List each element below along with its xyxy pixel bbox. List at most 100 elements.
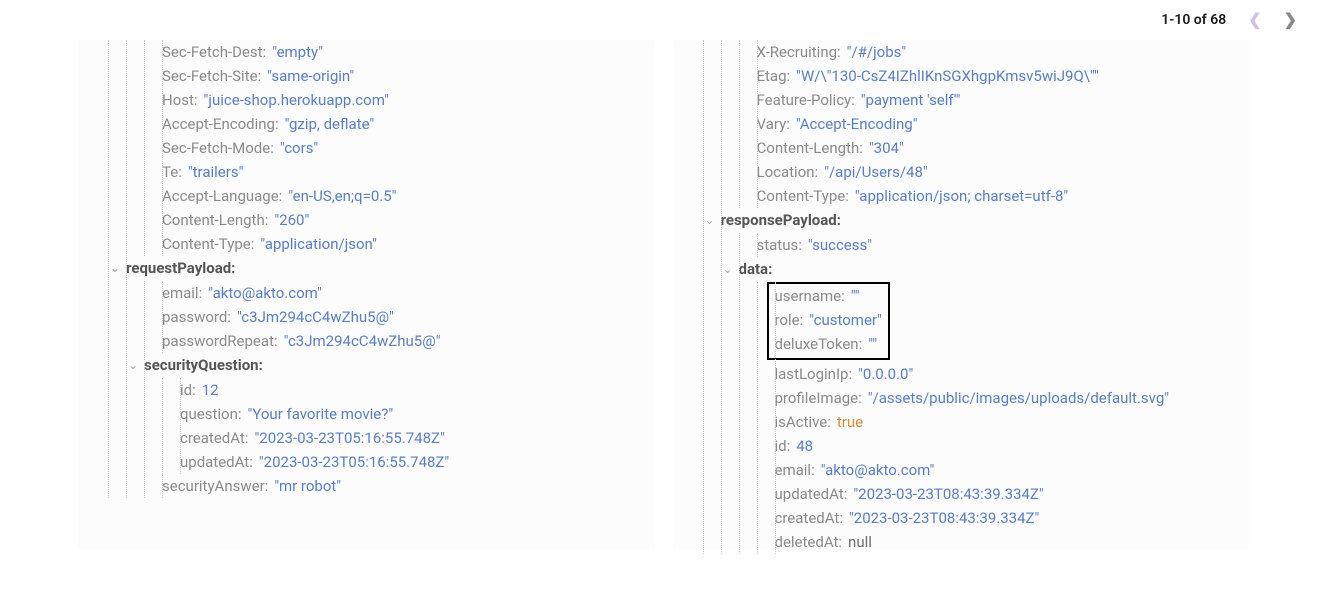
section-label: securityQuestion: — [144, 353, 263, 377]
kv-row: securityAnswer"mr robot" — [162, 474, 647, 498]
kv-row: question"Your favorite movie?" — [180, 402, 647, 426]
value: "en-US,en;q=0.5" — [288, 184, 396, 208]
key-label: createdAt — [775, 506, 843, 530]
value: "application/json; charset=utf-8" — [855, 184, 1068, 208]
kv-row: id48 — [775, 434, 1242, 458]
kv-row: Content-Length"260" — [162, 208, 647, 232]
value: "c3Jm294cC4wZhu5@" — [284, 329, 441, 353]
kv-row: Sec-Fetch-Dest"empty" — [162, 40, 647, 64]
kv-row: passwordRepeat"c3Jm294cC4wZhu5@" — [162, 329, 647, 353]
kv-row: Te"trailers" — [162, 160, 647, 184]
key-label: Sec-Fetch-Site — [162, 64, 261, 88]
collapse-toggle-icon[interactable]: ⌄ — [126, 353, 140, 377]
key-label: question — [180, 402, 242, 426]
key-label: Content-Type — [162, 232, 254, 256]
key-label: Host — [162, 88, 198, 112]
value: "akto@akto.com" — [208, 281, 322, 305]
key-label: Feature-Policy — [757, 88, 855, 112]
value: "2023-03-23T05:16:55.748Z" — [259, 450, 449, 474]
value: "c3Jm294cC4wZhu5@" — [237, 305, 394, 329]
key-label: X-Recruiting — [757, 40, 841, 64]
value: "/#/jobs" — [847, 40, 907, 64]
value: null — [848, 530, 872, 554]
section-label: responsePayload: — [721, 208, 841, 232]
kv-row: username"" — [775, 284, 882, 308]
collapse-toggle-icon[interactable]: ⌄ — [108, 256, 122, 280]
kv-row: Vary"Accept-Encoding" — [757, 112, 1242, 136]
key-label: profileImage — [775, 386, 862, 410]
kv-row: Feature-Policy"payment 'self'" — [757, 88, 1242, 112]
section-head-row: ⌄ securityQuestion: — [126, 353, 647, 378]
kv-row: Etag"W/\"130-CsZ4IZhlIKnSGXhgpKmsv5wiJ9Q… — [757, 64, 1242, 88]
key-label: passwordRepeat — [162, 329, 278, 353]
kv-row: Location"/api/Users/48" — [757, 160, 1242, 184]
kv-row: updatedAt"2023-03-23T08:43:39.334Z" — [775, 482, 1242, 506]
response-column: X-Recruiting"/#/jobs" Etag"W/\"130-CsZ4I… — [673, 40, 1250, 550]
key-label: deletedAt — [775, 530, 843, 554]
value: "cors" — [280, 136, 318, 160]
section-label: data: — [739, 257, 773, 281]
value: "304" — [869, 136, 904, 160]
value: "mr robot" — [274, 474, 341, 498]
key-label: status — [757, 233, 802, 257]
kv-row: role"customer" — [775, 308, 882, 332]
kv-row: Content-Type"application/json" — [162, 232, 647, 256]
pagination-next-icon[interactable]: ❯ — [1284, 10, 1297, 29]
section-head-row: ⌄ responsePayload: — [703, 208, 1242, 233]
value: "W/\"130-CsZ4IZhlIKnSGXhgpKmsv5wiJ9Q\"" — [796, 64, 1099, 88]
section-head-row: ⌄ requestPayload: — [108, 256, 647, 281]
key-label: Te — [162, 160, 182, 184]
kv-row: Accept-Language"en-US,en;q=0.5" — [162, 184, 647, 208]
value: "success" — [808, 233, 872, 257]
payload-columns: Sec-Fetch-Dest"empty" Sec-Fetch-Site"sam… — [0, 0, 1327, 570]
kv-row: Host"juice-shop.herokuapp.com" — [162, 88, 647, 112]
kv-row: password"c3Jm294cC4wZhu5@" — [162, 305, 647, 329]
kv-row: email"akto@akto.com" — [775, 458, 1242, 482]
kv-row: Sec-Fetch-Mode"cors" — [162, 136, 647, 160]
kv-row: isActivetrue — [775, 410, 1242, 434]
value: "same-origin" — [267, 64, 354, 88]
value: "0.0.0.0" — [858, 362, 913, 386]
value: "" — [851, 284, 860, 308]
key-label: Etag — [757, 64, 791, 88]
key-label: Sec-Fetch-Mode — [162, 136, 274, 160]
key-label: updatedAt — [180, 450, 253, 474]
value: "payment 'self'" — [861, 88, 961, 112]
key-label: securityAnswer — [162, 474, 268, 498]
value: "empty" — [272, 40, 323, 64]
key-label: Location — [757, 160, 819, 184]
value: "260" — [274, 208, 309, 232]
value: "2023-03-23T08:43:39.334Z" — [853, 482, 1043, 506]
kv-row: Content-Type"application/json; charset=u… — [757, 184, 1242, 208]
kv-row: createdAt"2023-03-23T05:16:55.748Z" — [180, 426, 647, 450]
kv-row: lastLoginIp"0.0.0.0" — [775, 362, 1242, 386]
collapse-toggle-icon[interactable]: ⌄ — [721, 257, 735, 281]
kv-row: createdAt"2023-03-23T08:43:39.334Z" — [775, 506, 1242, 530]
key-label: username — [775, 284, 845, 308]
value: "akto@akto.com" — [821, 458, 935, 482]
pagination-label: 1-10 of 68 — [1161, 12, 1226, 28]
key-label: id — [180, 378, 196, 402]
pagination-bar: 1-10 of 68 ❮ ❯ — [1161, 10, 1297, 29]
key-label: updatedAt — [775, 482, 848, 506]
value: 12 — [202, 378, 219, 402]
section-label: requestPayload: — [126, 256, 235, 280]
value: true — [837, 410, 863, 434]
request-column: Sec-Fetch-Dest"empty" Sec-Fetch-Site"sam… — [78, 40, 655, 550]
kv-row: Content-Length"304" — [757, 136, 1242, 160]
key-label: Accept-Language — [162, 184, 282, 208]
key-label: isActive — [775, 410, 831, 434]
value: "gzip, deflate" — [285, 112, 375, 136]
collapse-toggle-icon[interactable]: ⌄ — [703, 208, 717, 232]
value: "Your favorite movie?" — [248, 402, 394, 426]
pagination-prev-icon[interactable]: ❮ — [1248, 10, 1261, 29]
key-label: Vary — [757, 112, 790, 136]
key-label: password — [162, 305, 231, 329]
value: "2023-03-23T08:43:39.334Z" — [849, 506, 1039, 530]
value: "/assets/public/images/uploads/default.s… — [868, 386, 1169, 410]
value: "" — [868, 332, 877, 356]
value: "customer" — [809, 308, 882, 332]
key-label: Content-Length — [162, 208, 268, 232]
key-label: id — [775, 434, 791, 458]
kv-row: id12 — [180, 378, 647, 402]
